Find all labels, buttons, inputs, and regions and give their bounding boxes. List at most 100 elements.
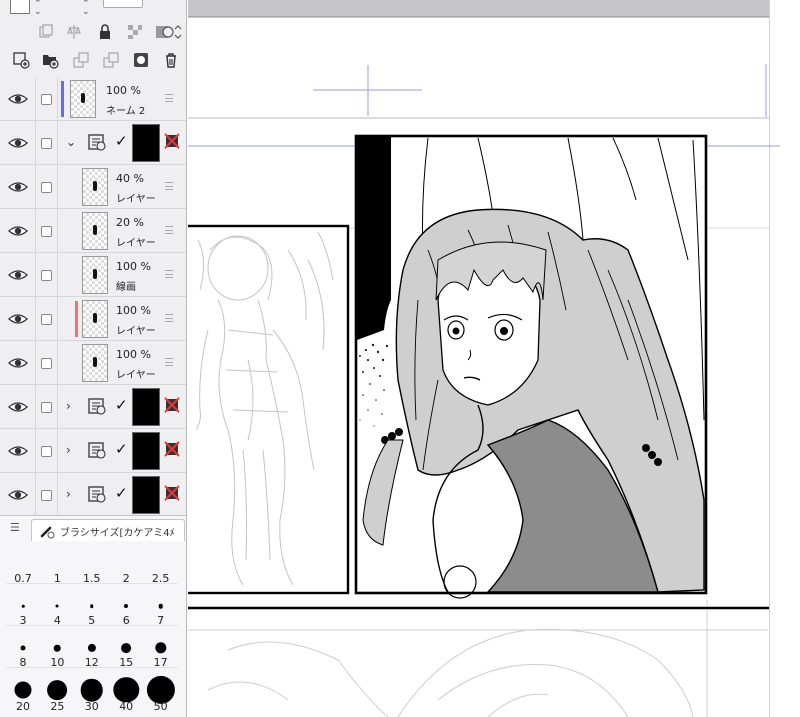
drag-handle-icon[interactable]: [165, 182, 173, 190]
layer-row[interactable]: 40 % レイヤー: [0, 165, 186, 209]
layer-select-checkbox[interactable]: [41, 402, 52, 413]
brush-size-option[interactable]: 50: [144, 668, 178, 713]
clip-layer-icon[interactable]: [154, 23, 182, 41]
brush-size-option[interactable]: 20: [6, 668, 40, 713]
layer-folder-row[interactable]: › ✓: [0, 473, 186, 517]
merge-down-icon[interactable]: [102, 51, 120, 69]
mask-enabled-check-icon[interactable]: ✓: [115, 396, 128, 414]
eye-icon[interactable]: [8, 443, 28, 457]
layer-mask-icon[interactable]: [132, 51, 150, 69]
brush-size-option[interactable]: 6: [109, 584, 143, 628]
copy-layer-icon[interactable]: [36, 23, 54, 41]
layer-row[interactable]: 100 % レイヤー: [0, 341, 186, 385]
layer-select-checkbox[interactable]: [41, 270, 52, 281]
layer-select-checkbox[interactable]: [41, 94, 52, 105]
layer-thumbnail[interactable]: [82, 212, 108, 250]
layer-thumbnail[interactable]: [82, 300, 108, 338]
mask-enabled-check-icon[interactable]: ✓: [115, 132, 128, 150]
layer-folder-row[interactable]: › ✓: [0, 385, 186, 429]
eye-icon[interactable]: [8, 223, 28, 237]
drag-handle-icon[interactable]: [165, 270, 173, 278]
brush-size-palette: ☰ ブラシサイズ[カケアミ4ﾒ 0.7 1 1.5 2 2.5 3 4 5 6 7 8 10 12 15 1…: [0, 515, 186, 717]
brush-size-dot: [14, 681, 32, 699]
layer-select-checkbox[interactable]: [41, 226, 52, 237]
drag-handle-icon[interactable]: [165, 226, 173, 234]
layer-select-checkbox[interactable]: [41, 446, 52, 457]
brush-size-option[interactable]: 40: [109, 668, 143, 713]
layer-thumbnail[interactable]: [82, 168, 108, 206]
mask-enabled-check-icon[interactable]: ✓: [115, 484, 128, 502]
brush-size-option[interactable]: 2: [109, 542, 143, 586]
brush-size-option[interactable]: 15: [109, 626, 143, 670]
mask-disabled-icon[interactable]: [164, 441, 180, 457]
layer-thumbnail[interactable]: [70, 80, 96, 118]
layer-select-checkbox[interactable]: [41, 358, 52, 369]
mask-disabled-icon[interactable]: [164, 397, 180, 413]
chevron-right-icon[interactable]: ›: [66, 443, 71, 457]
layer-row[interactable]: 20 % レイヤー: [0, 209, 186, 253]
brush-size-option[interactable]: 2.5: [144, 542, 178, 586]
layer-folder-row[interactable]: › ✓: [0, 429, 186, 473]
brush-size-option[interactable]: 7: [144, 584, 178, 628]
mask-enabled-check-icon[interactable]: ✓: [115, 440, 128, 458]
brush-size-option[interactable]: 1: [40, 542, 74, 586]
brush-size-option[interactable]: 1.5: [75, 542, 109, 586]
drag-handle-icon[interactable]: [165, 358, 173, 366]
new-folder-icon[interactable]: [41, 51, 59, 69]
eye-icon[interactable]: [8, 267, 28, 281]
transfer-down-icon[interactable]: [72, 51, 90, 69]
chevron-right-icon[interactable]: ›: [66, 487, 71, 501]
layer-select-checkbox[interactable]: [41, 182, 52, 193]
eye-icon[interactable]: [8, 399, 28, 413]
chevron-right-icon[interactable]: ›: [66, 399, 71, 413]
brush-size-option[interactable]: 25: [40, 668, 74, 713]
layer-thumbnail[interactable]: [82, 344, 108, 382]
lock-transparency-icon[interactable]: [126, 23, 144, 41]
brush-size-tab[interactable]: ブラシサイズ[カケアミ4ﾒ: [31, 519, 185, 541]
drag-handle-icon[interactable]: [165, 314, 173, 322]
layer-select-checkbox[interactable]: [41, 138, 52, 149]
mask-thumbnail[interactable]: [132, 124, 160, 162]
eye-icon[interactable]: [8, 179, 28, 193]
chevron-down-icon[interactable]: ⌄: [66, 135, 76, 149]
layer-thumbnail[interactable]: [82, 256, 108, 294]
eye-icon[interactable]: [8, 311, 28, 325]
stepper-icon[interactable]: ⌃ ⌄: [34, 0, 42, 17]
opacity-field[interactable]: [103, 0, 143, 8]
brush-size-option[interactable]: 17: [144, 626, 178, 670]
mask-thumbnail[interactable]: [132, 432, 160, 470]
bottom-sketch: [188, 628, 768, 717]
reference-layer-icon[interactable]: [65, 23, 83, 41]
trash-icon[interactable]: [162, 51, 180, 69]
blend-stepper-icon[interactable]: ⌃ ⌄: [82, 0, 90, 17]
layer-select-checkbox[interactable]: [41, 314, 52, 325]
eye-icon[interactable]: [8, 487, 28, 501]
eye-icon[interactable]: [8, 135, 28, 149]
layer-row[interactable]: 100 % レイヤー: [0, 297, 186, 341]
column-divider: [35, 77, 36, 121]
lock-icon[interactable]: [96, 23, 114, 41]
new-raster-layer-icon[interactable]: [12, 51, 30, 69]
drag-handle-icon[interactable]: [165, 94, 173, 102]
drawing-canvas[interactable]: [188, 0, 800, 717]
palette-menu-icon[interactable]: ☰: [10, 521, 20, 534]
brush-size-option[interactable]: 4: [40, 584, 74, 628]
eye-icon[interactable]: [8, 91, 28, 105]
layer-select-checkbox[interactable]: [41, 490, 52, 501]
color-swatch[interactable]: [10, 0, 30, 14]
mask-thumbnail[interactable]: [132, 388, 160, 426]
brush-size-option[interactable]: 10: [40, 626, 74, 670]
mask-disabled-icon[interactable]: [164, 133, 180, 149]
layer-row[interactable]: 100 % ネーム 2: [0, 77, 186, 121]
layer-folder-row[interactable]: ⌄ ✓: [0, 121, 186, 165]
layer-row[interactable]: 100 % 線画: [0, 253, 186, 297]
mask-disabled-icon[interactable]: [164, 485, 180, 501]
brush-size-option[interactable]: 3: [6, 584, 40, 628]
brush-size-option[interactable]: 8: [6, 626, 40, 670]
brush-size-option[interactable]: 5: [75, 584, 109, 628]
eye-icon[interactable]: [8, 355, 28, 369]
brush-size-option[interactable]: 0.7: [6, 542, 40, 586]
brush-size-option[interactable]: 30: [75, 668, 109, 713]
brush-size-option[interactable]: 12: [75, 626, 109, 670]
mask-thumbnail[interactable]: [132, 476, 160, 514]
